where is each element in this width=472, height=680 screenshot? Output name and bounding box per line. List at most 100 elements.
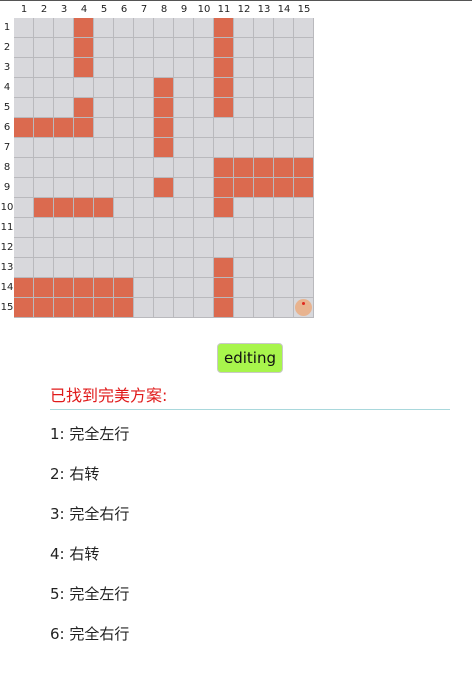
wall-cell[interactable] [34,118,54,138]
empty-cell[interactable] [234,198,254,218]
empty-cell[interactable] [234,278,254,298]
wall-cell[interactable] [94,298,114,318]
empty-cell[interactable] [74,138,94,158]
empty-cell[interactable] [234,58,254,78]
empty-cell[interactable] [174,58,194,78]
empty-cell[interactable] [254,218,274,238]
wall-cell[interactable] [14,298,34,318]
empty-cell[interactable] [274,298,294,318]
empty-cell[interactable] [74,158,94,178]
wall-cell[interactable] [74,58,94,78]
empty-cell[interactable] [34,98,54,118]
empty-cell[interactable] [14,18,34,38]
empty-cell[interactable] [254,118,274,138]
wall-cell[interactable] [294,158,314,178]
empty-cell[interactable] [14,78,34,98]
empty-cell[interactable] [194,178,214,198]
wall-cell[interactable] [154,118,174,138]
empty-cell[interactable] [74,238,94,258]
empty-cell[interactable] [134,118,154,138]
empty-cell[interactable] [234,298,254,318]
empty-cell[interactable] [194,218,214,238]
wall-cell[interactable] [54,298,74,318]
empty-cell[interactable] [54,218,74,238]
empty-cell[interactable] [34,58,54,78]
empty-cell[interactable] [54,238,74,258]
empty-cell[interactable] [194,158,214,178]
empty-cell[interactable] [94,138,114,158]
empty-cell[interactable] [294,38,314,58]
empty-cell[interactable] [274,238,294,258]
empty-cell[interactable] [134,298,154,318]
empty-cell[interactable] [214,138,234,158]
empty-cell[interactable] [274,58,294,78]
empty-cell[interactable] [94,58,114,78]
wall-cell[interactable] [54,118,74,138]
wall-cell[interactable] [54,198,74,218]
empty-cell[interactable] [174,98,194,118]
wall-cell[interactable] [294,178,314,198]
wall-cell[interactable] [74,38,94,58]
empty-cell[interactable] [274,118,294,138]
empty-cell[interactable] [94,178,114,198]
empty-cell[interactable] [254,18,274,38]
empty-cell[interactable] [174,78,194,98]
empty-cell[interactable] [134,138,154,158]
empty-cell[interactable] [254,78,274,98]
empty-cell[interactable] [14,58,34,78]
empty-cell[interactable] [174,198,194,218]
empty-cell[interactable] [54,78,74,98]
empty-cell[interactable] [194,18,214,38]
empty-cell[interactable] [34,238,54,258]
empty-cell[interactable] [114,178,134,198]
empty-cell[interactable] [34,18,54,38]
wall-cell[interactable] [254,158,274,178]
empty-cell[interactable] [194,78,214,98]
empty-cell[interactable] [34,218,54,238]
empty-cell[interactable] [254,98,274,118]
empty-cell[interactable] [154,18,174,38]
empty-cell[interactable] [254,298,274,318]
wall-cell[interactable] [214,158,234,178]
empty-cell[interactable] [114,118,134,138]
wall-cell[interactable] [74,298,94,318]
empty-cell[interactable] [194,118,214,138]
empty-cell[interactable] [114,198,134,218]
empty-cell[interactable] [194,238,214,258]
empty-cell[interactable] [54,58,74,78]
empty-cell[interactable] [134,218,154,238]
wall-cell[interactable] [74,118,94,138]
empty-cell[interactable] [254,58,274,78]
wall-cell[interactable] [54,278,74,298]
empty-cell[interactable] [94,238,114,258]
empty-cell[interactable] [34,38,54,58]
empty-cell[interactable] [54,258,74,278]
wall-cell[interactable] [214,78,234,98]
game-board[interactable] [14,18,314,318]
empty-cell[interactable] [274,278,294,298]
empty-cell[interactable] [194,138,214,158]
empty-cell[interactable] [134,238,154,258]
empty-cell[interactable] [54,138,74,158]
empty-cell[interactable] [14,38,34,58]
empty-cell[interactable] [114,38,134,58]
empty-cell[interactable] [294,118,314,138]
empty-cell[interactable] [174,278,194,298]
empty-cell[interactable] [174,178,194,198]
wall-cell[interactable] [154,98,174,118]
empty-cell[interactable] [154,58,174,78]
empty-cell[interactable] [254,198,274,218]
empty-cell[interactable] [114,98,134,118]
empty-cell[interactable] [254,138,274,158]
empty-cell[interactable] [274,18,294,38]
empty-cell[interactable] [194,38,214,58]
empty-cell[interactable] [54,18,74,38]
wall-cell[interactable] [14,278,34,298]
empty-cell[interactable] [34,158,54,178]
empty-cell[interactable] [74,258,94,278]
empty-cell[interactable] [34,78,54,98]
empty-cell[interactable] [194,58,214,78]
empty-cell[interactable] [214,218,234,238]
empty-cell[interactable] [234,118,254,138]
wall-cell[interactable] [114,278,134,298]
